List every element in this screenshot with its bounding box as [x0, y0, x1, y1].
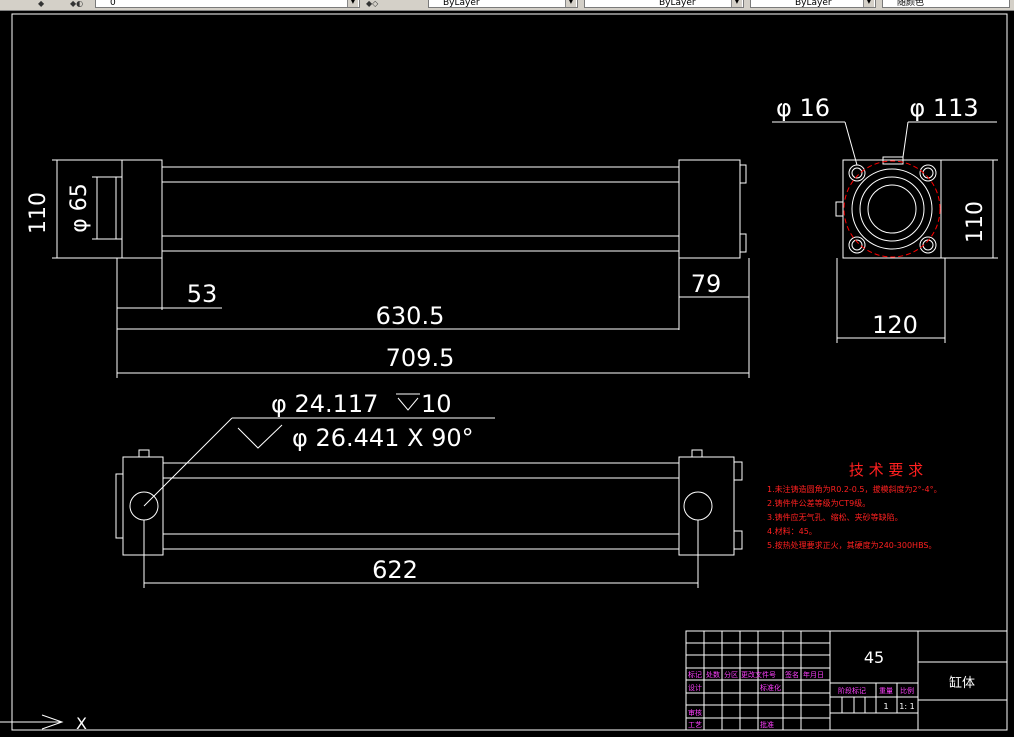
plotstyle-value: 随颜色: [897, 0, 925, 8]
label-scale: 比例: [900, 686, 914, 695]
label-review: 审核: [688, 708, 702, 717]
label-process: 工艺: [688, 721, 702, 729]
title-scale-value: 1: 1: [899, 702, 914, 711]
label-stage-mark: 阶段标记: [838, 686, 866, 695]
dim-height-left: 110: [26, 192, 51, 234]
label-weight: 重量: [879, 687, 893, 695]
ucs-icon: [0, 714, 64, 730]
dim-hole-diameter: φ 16: [776, 94, 830, 122]
label-zone: 分区: [724, 670, 738, 679]
linetype-dropdown[interactable]: ByLayer ▼: [584, 0, 744, 8]
callout-dia-1: φ 24.117: [271, 390, 378, 418]
dim-end-right: 79: [691, 270, 722, 298]
tech-requirement-item: 5.按热处理要求正火，其硬度为240-300HBS。: [767, 540, 937, 550]
plotstyle-dropdown[interactable]: 随颜色: [882, 0, 1010, 8]
dim-length-total: 709.5: [386, 344, 455, 372]
tech-requirement-item: 4.材料：45。: [767, 526, 817, 536]
dim-end-width: 120: [872, 311, 918, 339]
tech-requirement-item: 3.铸件应无气孔、缩松、夹砂等缺陷。: [767, 512, 903, 522]
label-standardize: 标准化: [760, 683, 781, 692]
ucs-x-label: X: [76, 714, 87, 733]
label-mark: 标记: [688, 670, 702, 679]
title-material: 45: [864, 648, 884, 667]
label-date: 年月日: [803, 670, 824, 679]
bolt-circle: [843, 160, 941, 258]
callout-dia-2: φ 26.441 X 90°: [292, 424, 474, 452]
lineweight-dropdown[interactable]: ByLayer ▼: [750, 0, 876, 8]
layer-previous-icon[interactable]: ◆◇: [366, 0, 378, 8]
label-design: 设计: [688, 683, 702, 692]
dim-end-left: 53: [187, 280, 218, 308]
dim-hole-spacing: 622: [372, 556, 418, 584]
cad-drawing[interactable]: 110 φ 65 53 79 630.5 709.5 φ 16 φ 113 11…: [0, 10, 1014, 733]
color-value: ByLayer: [443, 0, 480, 8]
tech-requirement-item: 1.未注铸造圆角为R0.2-0.5，拔模斜度为2°-4°。: [767, 484, 942, 494]
chevron-down-icon: ▼: [863, 0, 874, 7]
right-end-cap: [678, 159, 741, 259]
dim-bore-diameter: φ 65: [67, 183, 92, 233]
label-sign: 签名: [785, 670, 799, 679]
dim-end-height: 110: [963, 201, 988, 243]
title-qty: 1: [883, 702, 888, 711]
chevron-down-icon: ▼: [731, 0, 742, 7]
layer-manager-icon[interactable]: ◆: [38, 0, 44, 8]
layer-dropdown[interactable]: 0 ▼: [95, 0, 360, 8]
layer-value: 0: [110, 0, 116, 8]
drawing-border: [11, 13, 1008, 731]
title-part-name: 缸体: [949, 675, 975, 691]
label-change-doc: 更改文件号: [741, 670, 776, 679]
callout-depth: 10: [421, 390, 452, 418]
drawing-canvas[interactable]: 110 φ 65 53 79 630.5 709.5 φ 16 φ 113 11…: [0, 10, 1014, 733]
bottom-view: [115, 449, 743, 588]
dim-circle-diameter: φ 113: [909, 94, 978, 122]
linetype-value: ByLayer: [659, 0, 696, 8]
label-count: 处数: [706, 670, 720, 679]
label-approve: 批准: [760, 720, 774, 729]
layer-state-icon[interactable]: ◆◐: [70, 0, 83, 8]
chevron-down-icon: ▼: [565, 0, 576, 7]
color-dropdown[interactable]: ByLayer ▼: [428, 0, 578, 8]
dim-length-inner: 630.5: [376, 302, 445, 330]
lineweight-value: ByLayer: [795, 0, 832, 8]
tech-requirements-title: 技 术 要 求: [849, 461, 923, 479]
chevron-down-icon: ▼: [347, 0, 358, 7]
left-end-cap: [121, 159, 163, 259]
tech-requirement-item: 2.铸件件公差等级为CT9级。: [767, 498, 870, 508]
